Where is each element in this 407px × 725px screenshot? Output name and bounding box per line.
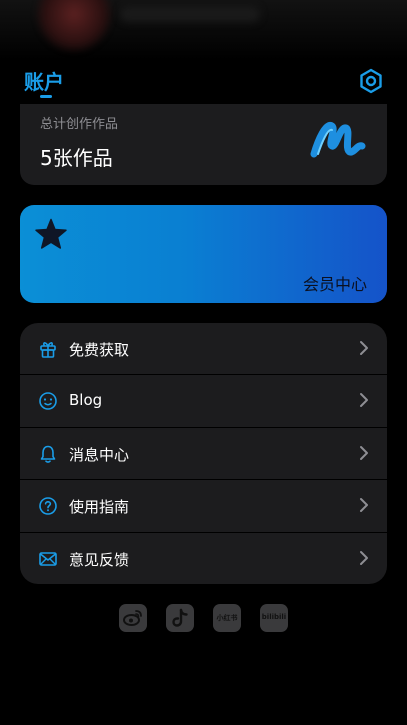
bilibili-text: bilibili xyxy=(261,613,287,621)
works-count: 5张作品 xyxy=(40,146,113,170)
chevron-right-icon xyxy=(360,341,368,355)
menu-item-free[interactable]: 免费获取 xyxy=(20,323,387,376)
menu-item-guide[interactable]: 使用指南 xyxy=(20,480,387,533)
weibo-icon[interactable] xyxy=(119,604,147,632)
menu-item-label: Blog xyxy=(69,391,103,410)
menu-item-blog[interactable]: Blog xyxy=(20,375,387,428)
menu-item-messages[interactable]: 消息中心 xyxy=(20,428,387,481)
chevron-right-icon xyxy=(360,445,368,460)
bilibili-icon[interactable]: bilibili xyxy=(260,604,288,632)
works-summary-card[interactable]: 总计创作作品 5张作品 xyxy=(20,104,387,185)
gift-icon xyxy=(40,342,56,358)
mail-icon xyxy=(39,551,57,566)
star-icon xyxy=(35,218,67,249)
smile-face-icon xyxy=(39,392,57,411)
vip-center-label: 会员中心 xyxy=(302,275,367,294)
chevron-right-icon xyxy=(360,498,368,513)
settings-button[interactable] xyxy=(358,68,384,94)
chevron-right-icon xyxy=(360,550,368,565)
help-circle-icon xyxy=(39,497,57,515)
chevron-right-icon xyxy=(360,393,368,408)
vip-center-card[interactable]: 会员中心 xyxy=(20,205,387,303)
menu-item-feedback[interactable]: 意见反馈 xyxy=(20,533,387,584)
menu-item-label: 使用指南 xyxy=(69,498,130,517)
menu-item-label: 免费获取 xyxy=(69,341,130,359)
tiktok-icon[interactable] xyxy=(166,604,194,632)
works-label: 总计创作作品 xyxy=(40,117,119,132)
menu-item-label: 意见反馈 xyxy=(69,550,130,569)
social-links: 小红书 bilibili xyxy=(0,604,407,632)
account-header: 账户 xyxy=(0,60,407,104)
menu-item-label: 消息中心 xyxy=(69,445,130,464)
title-underline xyxy=(40,95,52,98)
settings-menu-list: 免费获取 Blog 消息中心 使用指南 意见反馈 xyxy=(20,323,387,584)
xiaohongshu-text: 小红书 xyxy=(216,614,238,622)
weibo-glyph xyxy=(123,610,142,626)
blurred-header-background xyxy=(0,0,407,60)
bell-icon xyxy=(40,445,56,463)
tiktok-glyph xyxy=(172,608,188,627)
brush-logo-icon xyxy=(310,121,366,158)
page-title: 账户 xyxy=(24,70,64,94)
settings-icon xyxy=(360,68,382,94)
xiaohongshu-icon[interactable]: 小红书 xyxy=(213,604,241,632)
